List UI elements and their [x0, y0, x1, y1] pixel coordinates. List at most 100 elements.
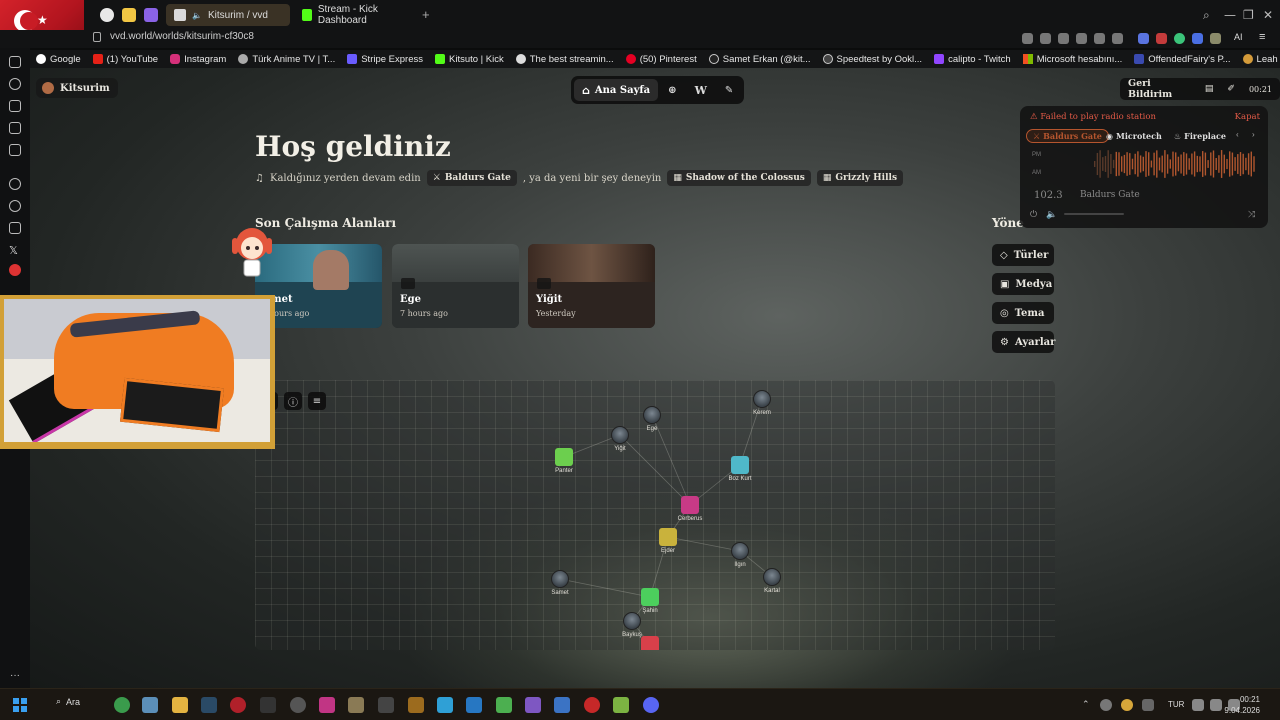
- bookmark[interactable]: OffendedFairy's P...: [1128, 54, 1236, 65]
- suggestion-chip[interactable]: ▦ Shadow of the Colossus: [667, 170, 811, 186]
- discord-icon[interactable]: [643, 697, 659, 713]
- github-icon[interactable]: [290, 697, 306, 713]
- filter-icon[interactable]: ≡: [308, 392, 326, 410]
- more-icon[interactable]: ···: [10, 670, 20, 681]
- tray-chevron-icon[interactable]: ⌃: [1082, 699, 1090, 710]
- extension-icon[interactable]: [1040, 33, 1051, 44]
- minecraft-icon[interactable]: [496, 697, 512, 713]
- pinned-tab-icon[interactable]: [144, 8, 158, 22]
- steam-icon[interactable]: [201, 697, 217, 713]
- app-icon[interactable]: [437, 697, 453, 713]
- messenger-icon[interactable]: [9, 178, 21, 190]
- play-icon[interactable]: [1094, 33, 1105, 44]
- nav-globe[interactable]: ⊕: [660, 79, 684, 101]
- graph-node[interactable]: [681, 496, 699, 514]
- app-icon[interactable]: [613, 697, 629, 713]
- bookmark[interactable]: Instagram: [164, 54, 232, 65]
- bookmark[interactable]: Speedtest by Ookl...: [817, 54, 929, 65]
- graph-node[interactable]: [623, 612, 641, 630]
- bookmark[interactable]: Kitsuto | Kick: [429, 54, 510, 65]
- extension-icon[interactable]: [1138, 33, 1149, 44]
- minimize-icon[interactable]: —: [1224, 8, 1236, 22]
- close-icon[interactable]: ✕: [1263, 8, 1273, 22]
- network-icon[interactable]: [1192, 699, 1204, 711]
- bookmark[interactable]: Google: [30, 54, 87, 65]
- pinned-tab-icon[interactable]: [100, 8, 114, 22]
- extension-icon[interactable]: [1058, 33, 1069, 44]
- maximize-icon[interactable]: ❐: [1243, 8, 1254, 22]
- workspace-card-yigit[interactable]: Yiğit Yesterday: [528, 244, 655, 328]
- graph-node[interactable]: [641, 588, 659, 606]
- app-icon[interactable]: [466, 697, 482, 713]
- nav-draw[interactable]: ✎: [717, 79, 741, 101]
- history-icon[interactable]: [9, 78, 21, 90]
- next-icon[interactable]: ›: [1252, 130, 1255, 139]
- bookmark[interactable]: Leah - Stardew Va...: [1237, 54, 1280, 65]
- explorer-icon[interactable]: [172, 697, 188, 713]
- extension-icon[interactable]: [1156, 33, 1167, 44]
- taskview-icon[interactable]: [142, 697, 158, 713]
- quick-item-tema[interactable]: ◎ Tema: [992, 302, 1054, 324]
- language-indicator[interactable]: TUR: [1168, 700, 1184, 709]
- info-icon[interactable]: ⓘ: [284, 392, 302, 410]
- x-icon[interactable]: 𝕏: [9, 244, 21, 257]
- radio-close-button[interactable]: Kapat: [1235, 112, 1260, 122]
- relationship-graph[interactable]: Kerem Ege Yiğit Panter Boz Kurt Cerberus Ejder…: [255, 380, 1055, 650]
- gx-control-icon[interactable]: [9, 56, 21, 68]
- aria-icon[interactable]: [9, 144, 21, 156]
- extension-icon[interactable]: [1022, 33, 1033, 44]
- windows-start-icon[interactable]: [13, 698, 27, 712]
- bookmark[interactable]: (50) Pinterest: [620, 54, 703, 65]
- bookmark[interactable]: The best streamin...: [510, 54, 620, 65]
- feedback-button[interactable]: Geri Bildirim: [1128, 78, 1191, 100]
- graph-node[interactable]: [753, 390, 771, 408]
- profile-avatar[interactable]: [1210, 33, 1221, 44]
- app-icon[interactable]: [348, 697, 364, 713]
- graph-node[interactable]: [641, 636, 659, 650]
- instagram-icon[interactable]: [319, 697, 335, 713]
- volume-icon[interactable]: [1210, 699, 1222, 711]
- extension-icon[interactable]: [1192, 33, 1203, 44]
- bookmark[interactable]: (1) YouTube: [87, 54, 164, 65]
- search-icon[interactable]: ⌕: [1203, 8, 1210, 23]
- app-icon[interactable]: [554, 697, 570, 713]
- tray-icon[interactable]: [1121, 699, 1133, 711]
- extension-icon[interactable]: [1076, 33, 1087, 44]
- tab-kitsurim[interactable]: 🔈 Kitsurim / vvd: [166, 4, 290, 26]
- pinned-tab-icon[interactable]: [122, 8, 136, 22]
- station-fireplace[interactable]: ♨ Fireplace: [1168, 129, 1232, 143]
- ai-button[interactable]: AI: [1234, 32, 1243, 42]
- whatsapp-icon[interactable]: [9, 200, 21, 212]
- quick-item-ayarlar[interactable]: ⚙ Ayarlar: [992, 331, 1055, 353]
- opera-gx-icon[interactable]: [230, 697, 246, 713]
- volume-slider[interactable]: [1064, 213, 1124, 215]
- workspace-card-ege[interactable]: Ege 7 hours ago: [392, 244, 519, 328]
- instagram-icon[interactable]: [9, 222, 21, 234]
- calendar-icon[interactable]: ▤: [1205, 84, 1214, 94]
- menu-icon[interactable]: ≡: [1259, 31, 1265, 43]
- graph-node[interactable]: [659, 528, 677, 546]
- quick-item-turler[interactable]: ◇ Türler: [992, 244, 1054, 266]
- bookmark[interactable]: Stripe Express: [341, 54, 429, 65]
- suggestion-chip[interactable]: ▦ Grizzly Hills: [816, 170, 904, 186]
- graph-node[interactable]: [551, 570, 569, 588]
- tray-icon[interactable]: [1142, 699, 1154, 711]
- bookmark[interactable]: Samet Erkan (@kit...: [703, 54, 817, 65]
- graph-node[interactable]: [763, 568, 781, 586]
- graph-node[interactable]: [731, 456, 749, 474]
- station-baldurs-gate[interactable]: ⚔ Baldurs Gate: [1026, 129, 1109, 143]
- app-icon[interactable]: [525, 697, 541, 713]
- app-icon[interactable]: [378, 697, 394, 713]
- bookmark[interactable]: Türk Anime TV | T...: [232, 54, 341, 65]
- station-microtech[interactable]: ◉ Microtech: [1100, 129, 1168, 143]
- prev-icon[interactable]: ‹: [1236, 130, 1239, 139]
- tab-kick-dashboard[interactable]: Stream - Kick Dashboard: [294, 4, 418, 26]
- lock-icon[interactable]: [93, 32, 101, 42]
- app-icon[interactable]: [584, 697, 600, 713]
- bookmark[interactable]: calipto - Twitch: [928, 54, 1017, 65]
- nav-wiki[interactable]: W: [687, 79, 715, 101]
- pinboard-icon[interactable]: [9, 122, 21, 134]
- flow-icon[interactable]: [9, 100, 21, 112]
- volume-icon[interactable]: 🔈: [1046, 210, 1057, 220]
- graph-node[interactable]: [555, 448, 573, 466]
